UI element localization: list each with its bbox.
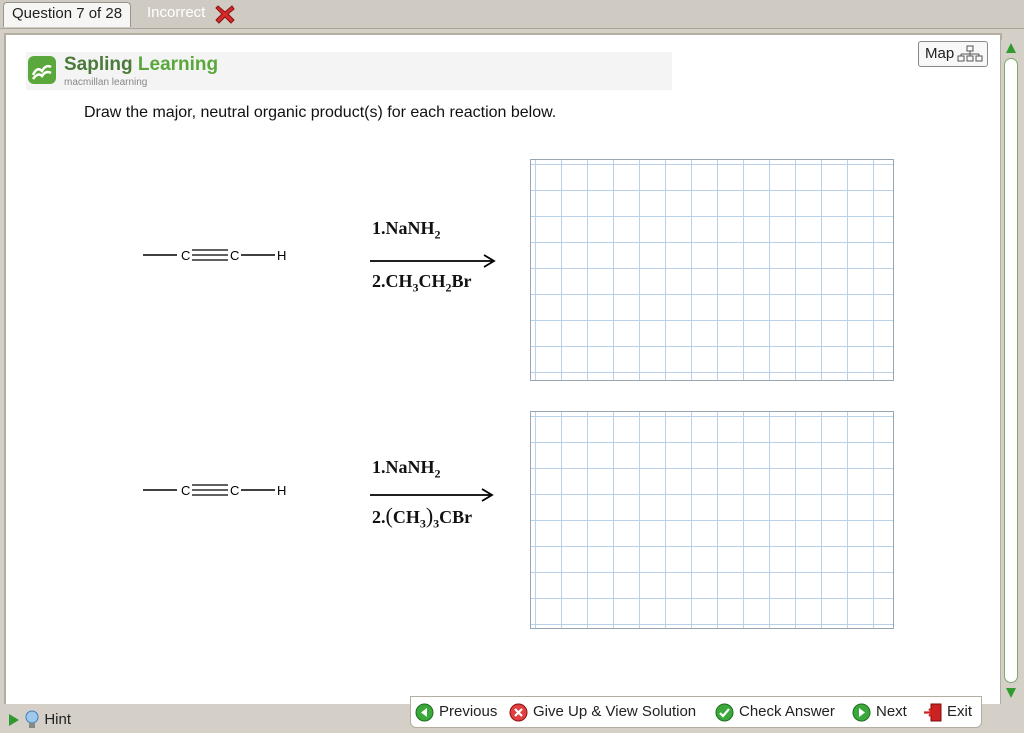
exit-button[interactable]: Exit [923,702,972,722]
question-instruction: Draw the major, neutral organic product(… [84,104,557,121]
reactant-alkyne-1: C C H [143,248,286,263]
exit-label: Exit [947,703,973,720]
map-button-label: Map [925,45,955,62]
step-number: 1. [372,457,386,477]
paren-open: ( [385,503,393,528]
reaction-arrow-2 [370,488,494,502]
atom-c1: C [181,483,190,498]
brand-header: Sapling Learning macmillan learning [26,52,672,90]
scroll-down-arrow-icon[interactable] [1004,686,1018,700]
atom-h: H [277,483,286,498]
reagent-step2-r2: 2.(CH3)3CBr [372,503,472,532]
reagent-step1-r2: 1.NaNH2 [372,457,441,482]
step-number: 1. [372,218,386,238]
check-answer-label: Check Answer [739,703,835,720]
formula-part: CH [418,271,446,291]
answer-status: Incorrect [147,4,206,21]
atom-c2: C [230,483,239,498]
hint-label: Hint [44,711,72,728]
atom-c1: C [181,248,190,263]
check-icon [715,703,734,722]
step-number: 2. [372,271,386,291]
check-answer-button[interactable]: Check Answer [715,702,835,722]
reagent-formula: NaNH [385,218,435,238]
map-button[interactable]: Map [918,41,988,67]
question-frame: Sapling Learning macmillan learning Map … [4,33,1002,707]
sapling-logo-icon [28,56,56,84]
previous-arrow-icon [415,703,434,722]
give-up-x-icon [509,703,528,722]
formula-part: CH [392,507,420,527]
previous-label: Previous [439,703,498,720]
reagent-subscript: 2 [434,466,441,481]
brand-name-sapling: Sapling [64,54,133,75]
atom-h: H [277,248,286,263]
formula-part: Br [451,271,472,291]
bottom-navigation: Previous Give Up & View Solution Check A… [410,696,982,728]
next-label: Next [876,703,907,720]
atom-c2: C [230,248,239,263]
next-button[interactable]: Next [852,702,907,722]
expand-arrow-icon [9,714,19,727]
reagent-step2-r1: 2.CH3CH2Br [372,271,472,296]
hint-button[interactable]: Hint [8,710,71,730]
give-up-view-solution-button[interactable]: Give Up & View Solution [509,702,696,722]
incorrect-x-icon [215,5,235,24]
brand-subtitle: macmillan learning [64,77,148,88]
question-tab[interactable]: Question 7 of 28 [3,2,132,27]
brand-name-learning: Learning [137,54,219,75]
reactant-alkyne-2: C C H [143,483,286,498]
scrollbar-thumb[interactable] [1004,58,1018,683]
drawing-canvas-1[interactable] [530,159,894,381]
exit-door-icon [924,703,942,722]
reagent-subscript: 2 [434,227,441,242]
scroll-up-arrow-icon[interactable] [1004,41,1018,55]
formula-part: CBr [439,507,473,527]
lightbulb-icon [25,710,39,729]
give-up-label: Give Up & View Solution [533,703,697,720]
step-number: 2. [372,507,386,527]
previous-button[interactable]: Previous [415,702,497,722]
top-bar: Question 7 of 28 Incorrect [0,0,1024,29]
formula-part: CH [385,271,413,291]
reagent-formula: NaNH [385,457,435,477]
brand-name: Sapling Learning [64,54,218,76]
reagent-step1-r1: 1.NaNH2 [372,218,441,243]
drawing-canvas-2[interactable] [530,411,894,629]
reaction-arrow-1 [370,254,496,268]
next-arrow-icon [852,703,871,722]
sitemap-icon [957,45,983,62]
